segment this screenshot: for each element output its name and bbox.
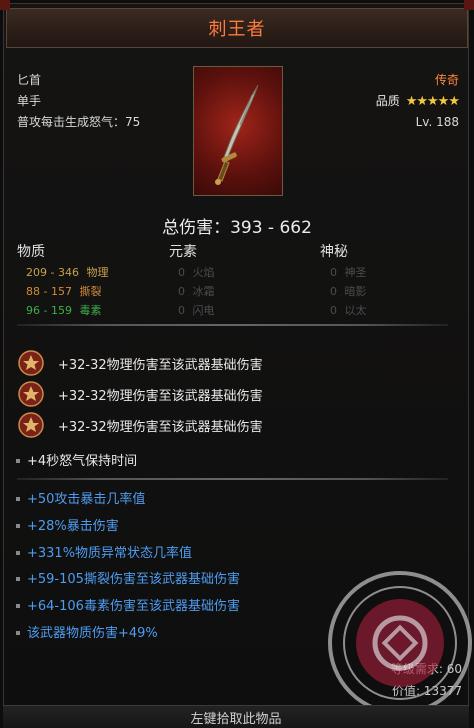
socket-affix: +32-32物理伤害至该武器基础伤害 bbox=[18, 350, 263, 376]
bullet-icon bbox=[16, 458, 20, 463]
stat-value: 0 bbox=[178, 266, 185, 279]
physical-stat-row: 88 - 157 撕裂 bbox=[26, 283, 101, 299]
stat-value: 209 - 346 bbox=[26, 266, 79, 279]
quality-stars-icon: ★★★★★ bbox=[405, 94, 460, 109]
physical-stat-row: 96 - 159 毒素 bbox=[26, 302, 101, 318]
affix-line: +331%物质异常状态几率值 bbox=[16, 542, 192, 561]
bullet-icon bbox=[16, 523, 20, 528]
total-damage-label: 总伤害： bbox=[162, 218, 231, 238]
implicit-affix-text: +4秒怒气保持时间 bbox=[27, 454, 138, 469]
stat-label: 火焰 bbox=[192, 266, 215, 279]
elemental-stat-row: 0 火焰 bbox=[178, 264, 215, 280]
stat-value: 0 bbox=[178, 285, 185, 298]
stat-value: 0 bbox=[178, 304, 185, 317]
bullet-icon bbox=[16, 550, 20, 555]
elemental-stat-row: 0 冰霜 bbox=[178, 283, 215, 299]
item-image bbox=[193, 66, 283, 196]
stat-label: 物理 bbox=[86, 266, 109, 279]
item-type: 匕首 bbox=[17, 73, 42, 87]
affix-text: +28%暴击伤害 bbox=[27, 519, 119, 534]
item-level: Lv. 188 bbox=[415, 115, 459, 129]
affix-line: +59-105撕裂伤害至该武器基础伤害 bbox=[16, 568, 240, 587]
affix-text: +64-106毒素伤害至该武器基础伤害 bbox=[27, 599, 240, 614]
corner-ornament bbox=[0, 0, 10, 10]
stat-value: 88 - 157 bbox=[26, 285, 72, 298]
total-damage: 总伤害：393 - 662 bbox=[0, 213, 474, 238]
bullet-icon bbox=[16, 603, 20, 608]
mystic-stat-row: 0 神圣 bbox=[330, 264, 367, 280]
watermark-stamp bbox=[328, 571, 472, 715]
item-name: 刺王者 bbox=[208, 19, 266, 40]
column-elemental: 元素 bbox=[169, 244, 197, 260]
stat-label: 以太 bbox=[344, 304, 367, 317]
column-physical: 物质 bbox=[17, 244, 45, 260]
socket-affix-text: +32-32物理伤害至该武器基础伤害 bbox=[58, 388, 263, 404]
pickup-hint[interactable]: 左键拾取此物品 bbox=[3, 705, 469, 728]
affix-line: 该武器物质伤害+49% bbox=[16, 622, 158, 641]
physical-stat-row: 209 - 346 物理 bbox=[26, 264, 108, 280]
affix-line: +64-106毒素伤害至该武器基础伤害 bbox=[16, 595, 240, 614]
divider bbox=[17, 478, 448, 480]
mystic-stat-row: 0 以太 bbox=[330, 302, 367, 318]
stat-label: 撕裂 bbox=[79, 285, 102, 298]
item-rage-gain: 普攻每击生成怒气：75 bbox=[17, 115, 141, 129]
item-hand: 单手 bbox=[17, 94, 42, 108]
elemental-stat-row: 0 闪电 bbox=[178, 302, 215, 318]
affix-text: +50攻击暴击几率值 bbox=[27, 492, 146, 507]
item-rarity: 传奇 bbox=[434, 73, 459, 87]
item-title-bar: 刺王者 bbox=[6, 8, 468, 48]
bullet-icon bbox=[16, 496, 20, 501]
item-meta-right: 传奇 品质 ★★★★★ Lv. 188 bbox=[375, 70, 460, 133]
bullet-icon bbox=[16, 630, 20, 635]
stat-value: 96 - 159 bbox=[26, 304, 72, 317]
socket-affix: +32-32物理伤害至该武器基础伤害 bbox=[18, 412, 263, 438]
socket-gem-icon bbox=[18, 412, 44, 438]
stat-value: 0 bbox=[330, 266, 337, 279]
socket-affix: +32-32物理伤害至该武器基础伤害 bbox=[18, 381, 263, 407]
stat-label: 神圣 bbox=[344, 266, 367, 279]
mystic-stat-row: 0 暗影 bbox=[330, 283, 367, 299]
stat-label: 毒素 bbox=[79, 304, 102, 317]
dagger-icon bbox=[215, 84, 259, 185]
affix-line: +28%暴击伤害 bbox=[16, 515, 119, 534]
stat-label: 闪电 bbox=[192, 304, 215, 317]
socket-affix-text: +32-32物理伤害至该武器基础伤害 bbox=[58, 357, 263, 373]
column-mystic: 神秘 bbox=[320, 244, 348, 260]
corner-ornament bbox=[464, 0, 474, 10]
item-meta-left: 匕首 单手 普攻每击生成怒气：75 bbox=[17, 70, 140, 133]
bullet-icon bbox=[16, 576, 20, 581]
stat-value: 0 bbox=[330, 285, 337, 298]
affix-text: +59-105撕裂伤害至该武器基础伤害 bbox=[27, 572, 240, 587]
total-damage-value: 393 - 662 bbox=[230, 218, 312, 238]
affix-line: +50攻击暴击几率值 bbox=[16, 488, 145, 507]
pickup-hint-text: 左键拾取此物品 bbox=[190, 711, 282, 727]
stat-label: 冰霜 bbox=[192, 285, 215, 298]
affix-text: +331%物质异常状态几率值 bbox=[27, 546, 193, 561]
divider bbox=[17, 324, 448, 326]
stat-value: 0 bbox=[330, 304, 337, 317]
socket-affix-text: +32-32物理伤害至该武器基础伤害 bbox=[58, 419, 263, 435]
quality-label: 品质 bbox=[375, 94, 400, 108]
stat-label: 暗影 bbox=[344, 285, 367, 298]
item-quality: 品质 ★★★★★ bbox=[375, 91, 460, 112]
socket-gem-icon bbox=[18, 381, 44, 407]
affix-text: 该武器物质伤害+49% bbox=[27, 626, 158, 641]
implicit-affix: +4秒怒气保持时间 bbox=[16, 450, 137, 469]
socket-gem-icon bbox=[18, 350, 44, 376]
